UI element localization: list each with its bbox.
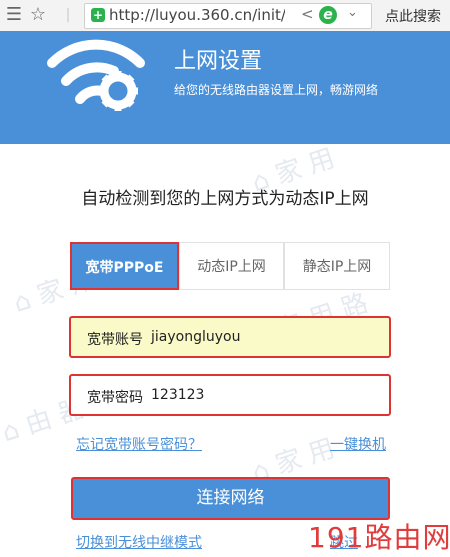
site-watermark: 191路由网 — [308, 521, 450, 554]
page-header: 上网设置 给您的无线路由器设置上网，畅游网络 — [0, 31, 450, 144]
password-label: 宽带密码 — [87, 390, 143, 406]
menu-icon[interactable]: ☰ — [4, 5, 24, 25]
password-input[interactable]: 123123 — [151, 387, 204, 403]
account-input[interactable]: jiayongluyou — [151, 329, 240, 345]
tab-label: 宽带PPPoE — [85, 260, 164, 276]
tab-dynamic-ip[interactable]: 动态IP上网 — [179, 242, 284, 290]
page-subtitle: 给您的无线路由器设置上网，畅游网络 — [174, 83, 379, 97]
search-link[interactable]: 点此搜索 — [385, 6, 441, 26]
address-bar[interactable]: + http://luyou.360.cn/init/inc < e ⌄ — [84, 3, 372, 29]
tab-static-ip[interactable]: 静态IP上网 — [284, 242, 390, 290]
account-label: 宽带账号 — [87, 332, 143, 348]
tab-label: 动态IP上网 — [197, 259, 266, 275]
switch-repeater-link[interactable]: 切换到无线中继模式 — [76, 532, 202, 552]
browser-toolbar: ☰ ☆ | + http://luyou.360.cn/init/inc < e… — [0, 0, 450, 32]
url-text[interactable]: http://luyou.360.cn/init/inc — [109, 6, 285, 24]
share-icon[interactable]: < — [301, 5, 314, 23]
detect-message: 自动检测到您的上网方式为动态IP上网 — [81, 189, 369, 209]
tab-label: 静态IP上网 — [302, 259, 372, 275]
separator: | — [65, 7, 71, 23]
bookmark-star-icon[interactable]: ☆ — [28, 5, 48, 25]
forgot-credentials-link[interactable]: 忘记宽带账号密码？ — [76, 434, 202, 454]
page-title: 上网设置 — [174, 49, 263, 74]
wifi-settings-icon — [47, 39, 145, 111]
one-click-switch-link[interactable]: 一键换机 — [330, 434, 386, 454]
chevron-down-icon[interactable]: ⌄ — [347, 5, 358, 20]
browser-e-icon[interactable]: e — [319, 6, 337, 24]
tab-pppoe[interactable]: 宽带PPPoE — [70, 242, 179, 290]
password-field[interactable]: 宽带密码 123123 — [69, 374, 391, 416]
security-shield-icon: + — [91, 8, 105, 22]
account-field[interactable]: 宽带账号 jiayongluyou — [69, 316, 391, 358]
connect-button[interactable]: 连接网络 — [71, 477, 390, 520]
